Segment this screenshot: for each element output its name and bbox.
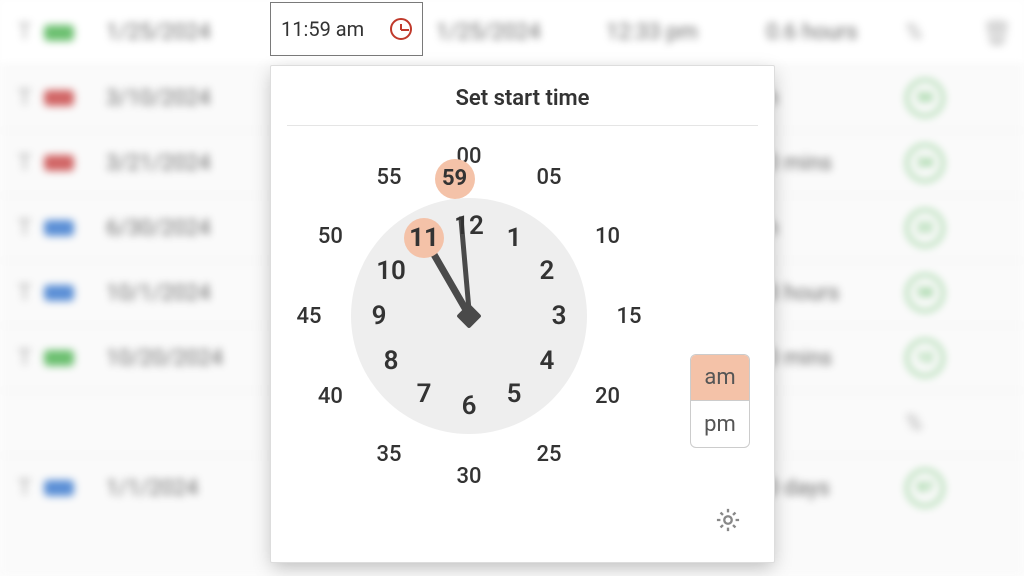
clock-face: 1212345678910110005101520253035404550555… [289,136,649,496]
divider [287,125,758,126]
minute-40[interactable]: 40 [310,376,350,416]
minute-25[interactable]: 25 [529,435,569,475]
am-option[interactable]: am [691,355,749,401]
hour-1[interactable]: 1 [494,218,534,258]
hour-9[interactable]: 9 [359,296,399,336]
minute-35[interactable]: 35 [369,435,409,475]
hour-5[interactable]: 5 [494,374,534,414]
start-time-input[interactable]: 11:59 am [270,2,423,56]
popover-title: Set start time [295,86,750,111]
minute-55[interactable]: 55 [369,157,409,197]
minute-45[interactable]: 45 [289,296,329,336]
clock-icon [390,18,412,40]
table-row: T1/25/202411:59 am1/25/202412:33 pm0.6 h… [0,0,1024,65]
ampm-toggle: am pm [690,354,750,448]
hour-10[interactable]: 10 [371,251,411,291]
hour-7[interactable]: 7 [404,374,444,414]
minute-05[interactable]: 05 [529,157,569,197]
minute-30[interactable]: 30 [449,456,489,496]
minute-15[interactable]: 15 [609,296,649,336]
hour-8[interactable]: 8 [371,341,411,381]
minute-10[interactable]: 10 [588,216,628,256]
hour-6[interactable]: 6 [449,386,489,426]
minute-50[interactable]: 50 [310,216,350,256]
minute-59[interactable]: 59 [435,159,475,199]
pm-option[interactable]: pm [691,401,749,447]
hour-2[interactable]: 2 [527,251,567,291]
hour-11[interactable]: 11 [404,218,444,258]
time-picker-popover: Set start time 1212345678910110005101520… [270,65,775,563]
gear-icon[interactable] [714,506,742,534]
hour-4[interactable]: 4 [527,341,567,381]
hour-3[interactable]: 3 [539,296,579,336]
start-time-value: 11:59 am [281,17,390,41]
minute-20[interactable]: 20 [588,376,628,416]
hour-12[interactable]: 12 [449,206,489,246]
